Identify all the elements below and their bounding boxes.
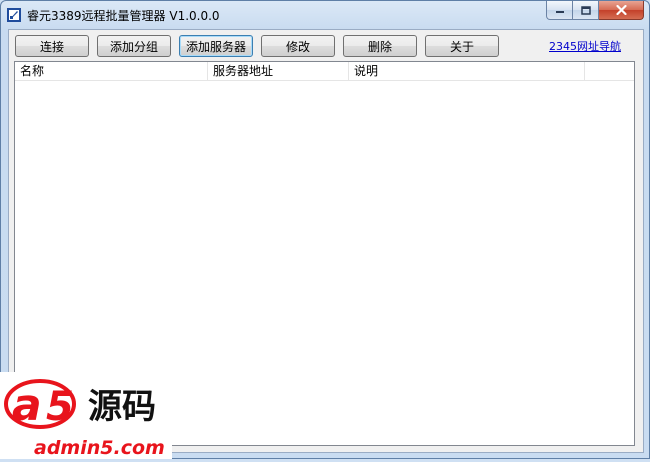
list-header: 名称 服务器地址 说明 bbox=[15, 62, 634, 81]
minimize-button[interactable] bbox=[546, 1, 573, 20]
admin5-logo: a 5 源码 admin5.com bbox=[4, 379, 165, 459]
logo-chinese-text: 源码 bbox=[88, 387, 156, 427]
connect-button[interactable]: 连接 bbox=[15, 35, 89, 57]
maximize-icon bbox=[580, 5, 591, 15]
caption-buttons bbox=[546, 1, 644, 21]
about-button[interactable]: 关于 bbox=[425, 35, 499, 57]
close-button[interactable] bbox=[599, 1, 644, 20]
column-header-name[interactable]: 名称 bbox=[15, 62, 208, 80]
column-header-address[interactable]: 服务器地址 bbox=[208, 62, 349, 80]
logo-letter-a: a bbox=[12, 380, 42, 431]
minimize-icon bbox=[555, 11, 564, 13]
column-header-filler bbox=[585, 62, 634, 80]
logo-site-text: admin5.com bbox=[34, 437, 165, 459]
delete-button[interactable]: 删除 bbox=[343, 35, 417, 57]
close-icon bbox=[615, 5, 627, 15]
add-server-button[interactable]: 添加服务器 bbox=[179, 35, 253, 57]
edit-button[interactable]: 修改 bbox=[261, 35, 335, 57]
title-bar[interactable]: 睿元3389远程批量管理器 V1.0.0.0 bbox=[1, 1, 649, 29]
logo-digit-5: 5 bbox=[46, 384, 74, 430]
app-icon bbox=[7, 8, 21, 22]
maximize-button[interactable] bbox=[573, 1, 599, 20]
window-title: 睿元3389远程批量管理器 V1.0.0.0 bbox=[27, 9, 220, 23]
watermark-logo: a 5 源码 admin5.com bbox=[0, 372, 172, 459]
add-group-button[interactable]: 添加分组 bbox=[97, 35, 171, 57]
nav-link-2345[interactable]: 2345网址导航 bbox=[549, 38, 621, 54]
column-header-description[interactable]: 说明 bbox=[349, 62, 585, 80]
